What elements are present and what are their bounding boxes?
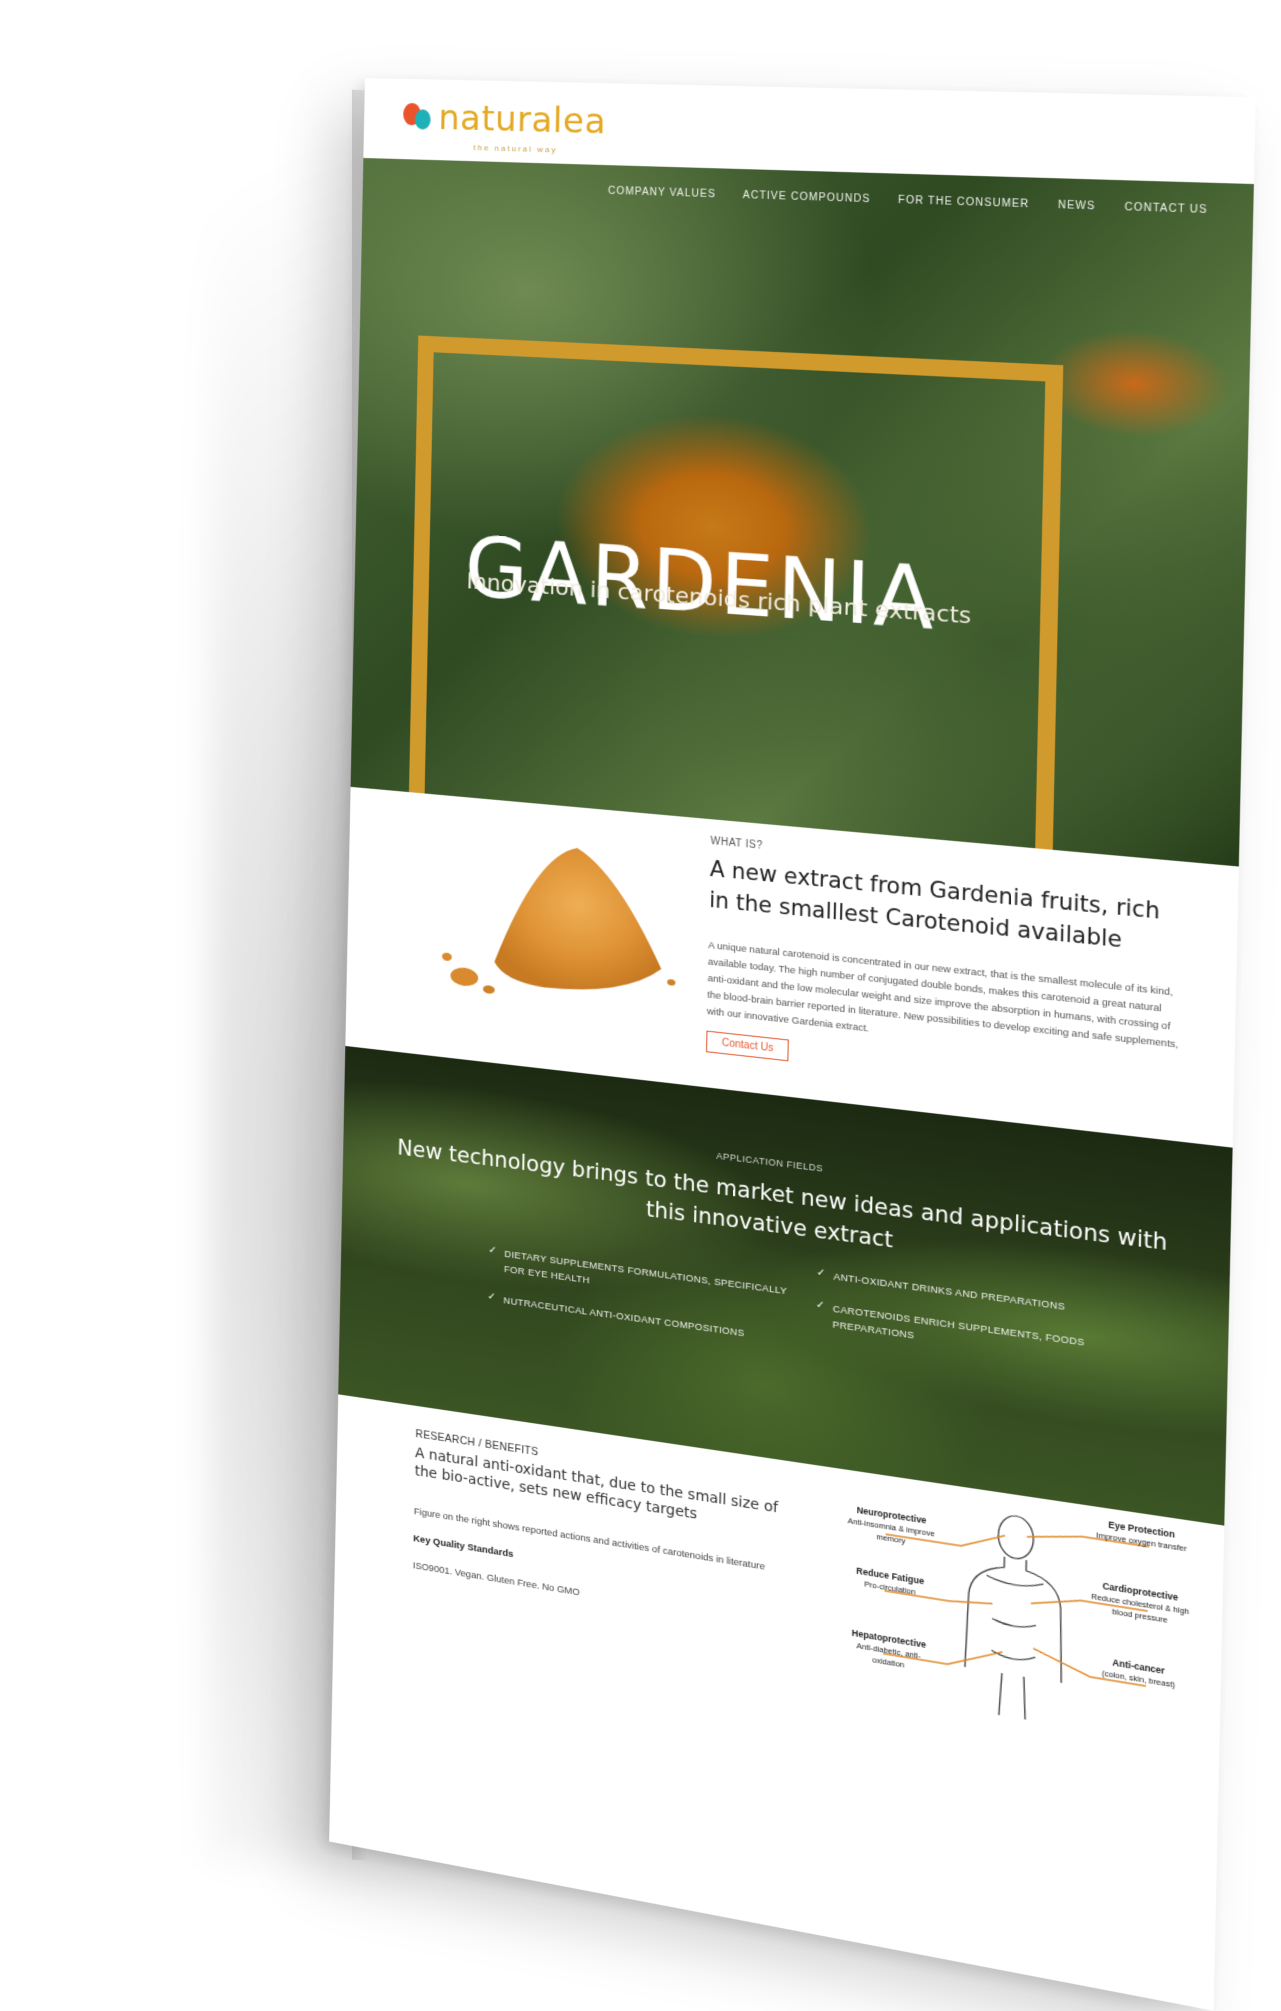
site-logo[interactable]: naturalea the natural way	[403, 97, 607, 154]
nav-active-compounds[interactable]: ACTIVE COMPOUNDS	[743, 190, 871, 206]
powder-image	[441, 840, 676, 1000]
website-board: naturalea the natural way COMPANY VALUES…	[329, 78, 1256, 2011]
main-nav: COMPANY VALUES ACTIVE COMPOUNDS FOR THE …	[608, 186, 1208, 217]
research-text: RESEARCH / BENEFITS A natural anti-oxida…	[413, 1428, 781, 1631]
nav-company-values[interactable]: COMPANY VALUES	[608, 186, 716, 201]
nav-news[interactable]: NEWS	[1058, 200, 1096, 213]
logo-tagline: the natural way	[473, 143, 558, 155]
nav-contact-us[interactable]: CONTACT US	[1124, 202, 1208, 216]
check-icon: ✓	[815, 1299, 825, 1312]
check-icon: ✓	[488, 1244, 497, 1257]
applications-right-list: ✓ ANTI-OXIDANT DRINKS AND PREPARATIONS ✓…	[815, 1267, 1143, 1392]
check-icon: ✓	[816, 1266, 826, 1280]
contact-us-button[interactable]: Contact Us	[706, 1030, 790, 1062]
benefits-figure: Neuroprotective Anti-insomnia & improve …	[840, 1480, 1195, 1747]
mockup-stage: naturalea the natural way COMPANY VALUES…	[0, 0, 1281, 2011]
logo-mark-icon	[403, 99, 435, 136]
logo-text: naturalea	[438, 97, 607, 143]
check-icon: ✓	[487, 1290, 496, 1304]
applications-left-list: ✓ DIETARY SUPPLEMENTS FORMULATIONS, SPEC…	[487, 1245, 795, 1365]
what-is-text: WHAT IS? A new extract from Gardenia fru…	[706, 836, 1186, 1105]
nav-for-the-consumer[interactable]: FOR THE CONSUMER	[898, 195, 1029, 211]
hero-section: COMPANY VALUES ACTIVE COMPOUNDS FOR THE …	[350, 157, 1254, 867]
